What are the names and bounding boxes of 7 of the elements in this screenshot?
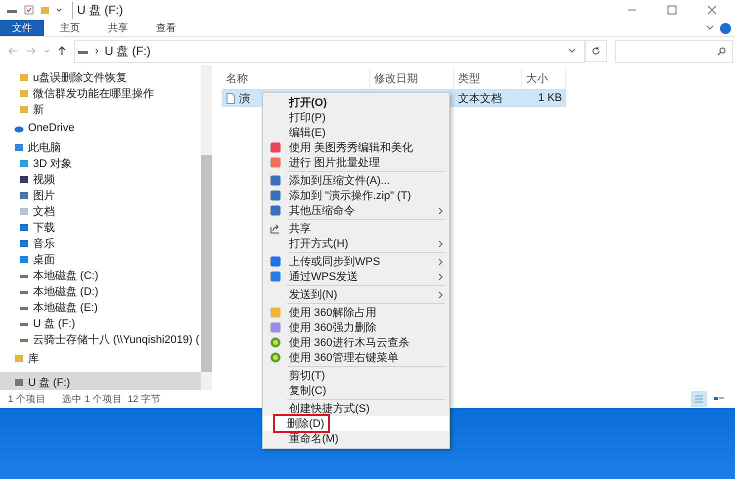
file-type: 文本文档 — [458, 92, 502, 106]
item-count: 1 个项目 — [8, 392, 46, 406]
breadcrumb-separator: › — [95, 45, 99, 57]
window-title: U 盘 (F:) — [72, 2, 123, 18]
file-size: 1 KB — [538, 92, 562, 104]
file-name: 演 — [239, 92, 250, 106]
selection-info: 选中 1 个项目 12 字节 — [62, 392, 161, 406]
